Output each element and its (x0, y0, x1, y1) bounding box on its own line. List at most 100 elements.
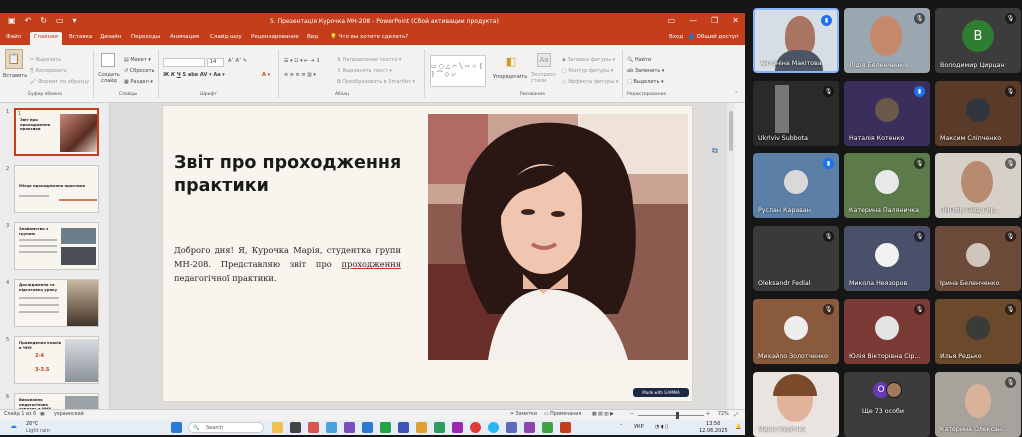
smartart-button[interactable]: ⧉ Преобразовать в SmartArt ▾ (337, 79, 415, 85)
font-name-combobox[interactable] (163, 58, 205, 67)
tell-me-search[interactable]: 💡 Что вы хотите сделать? (330, 34, 408, 40)
app-icon[interactable] (344, 422, 355, 433)
participant-tile[interactable]: 🎙 ПНПФК Пищ Гор... (935, 153, 1021, 218)
app-icon[interactable] (326, 422, 337, 433)
language-indicator[interactable]: украинский (54, 412, 84, 417)
participant-tile[interactable]: 🎙 Ірина Беленченко (935, 226, 1021, 291)
participant-tile[interactable]: ▮ Руслан Караван (753, 153, 839, 218)
participant-tile[interactable]: ▮ Антоніна Макітова (753, 8, 839, 73)
zoom-in-icon[interactable]: + (706, 412, 710, 417)
slide-thumbnail-2[interactable]: Місце проходження практики (14, 165, 99, 213)
maximize-button[interactable]: ❐ (711, 16, 718, 25)
tab-design[interactable]: Дизайн (100, 34, 121, 40)
paste-icon[interactable]: 📋 (5, 49, 23, 69)
tab-file[interactable]: Файл (6, 34, 21, 40)
align-buttons[interactable]: ≡ ≡ ≡ ≡ ▥ ▾ (284, 72, 316, 78)
quick-styles-icon[interactable]: Aa (537, 53, 551, 67)
align-text-button[interactable]: ⇕ Выровнять текст ▾ (337, 68, 392, 74)
new-slide-button[interactable]: Создать слайд (97, 72, 121, 84)
notes-button[interactable]: ≐ Заметки (510, 412, 537, 417)
input-language[interactable]: УКР (634, 424, 644, 430)
redo-icon[interactable]: ↻ (40, 16, 47, 25)
clock-time[interactable]: 13:50 (706, 421, 720, 427)
app-icon[interactable] (542, 422, 553, 433)
participant-tile[interactable]: 🎙 Микола Неязоров (844, 226, 930, 291)
slide-thumbnail-6[interactable]: Виконання педагогічних завдань в ЧНУ (14, 393, 99, 409)
slide-body-text[interactable]: Доброго дня! Я, Курочка Марія, студентка… (174, 243, 401, 285)
font-format-buttons[interactable]: Ж К Ч S abe AV ▾ Aa ▾ (163, 72, 225, 78)
shape-effects-button[interactable]: ◇ Эффекты фигуры ▾ (562, 79, 618, 85)
font-color-icon[interactable]: A ▾ (262, 72, 270, 78)
cut-button[interactable]: ✂ Вырезать (30, 57, 61, 63)
participant-tile[interactable]: 🎙 Катерина Олексан... (935, 372, 1021, 437)
current-slide[interactable]: Звіт про проходження практики Доброго дн… (162, 105, 718, 402)
participant-tile[interactable]: 🎙 Илья Редько (935, 299, 1021, 364)
tab-review[interactable]: Рецензирование (251, 34, 299, 40)
start-button[interactable] (171, 422, 182, 433)
copy-button[interactable]: ⎘ Копировать (30, 68, 67, 74)
zoom-out-icon[interactable]: − (630, 412, 634, 417)
collapse-ribbon-icon[interactable]: ˄ (735, 92, 738, 98)
app-icon[interactable] (362, 422, 373, 433)
app-icon[interactable] (308, 422, 319, 433)
spellcheck-icon[interactable]: ▣ (40, 412, 45, 417)
app-icon[interactable] (416, 422, 427, 433)
tab-home[interactable]: Главная (30, 32, 62, 45)
close-button[interactable]: ✕ (732, 16, 739, 25)
tab-transitions[interactable]: Переходы (131, 34, 160, 40)
participant-tile[interactable]: 🎙 Oleksandr Fedial (753, 226, 839, 291)
app-icon[interactable] (506, 422, 517, 433)
select-button[interactable]: ⬚ Выделить ▾ (627, 79, 664, 85)
slide-title[interactable]: Звіт про проходження практики (174, 152, 414, 198)
app-icon[interactable] (524, 422, 535, 433)
weather-icon[interactable]: ☁ (10, 422, 17, 430)
participant-tile[interactable]: 🎙 Максим Сліпченко (935, 81, 1021, 146)
grow-font-icon[interactable]: A˄ A˅ ✎ (228, 58, 247, 64)
shape-fill-button[interactable]: ◆ Заливка фигуры ▾ (562, 57, 615, 63)
clock-date[interactable]: 12.06.2025 (699, 428, 728, 434)
design-ideas-icon[interactable]: ⧉ (712, 146, 722, 156)
zoom-slider[interactable] (638, 415, 704, 416)
zoom-slider-thumb[interactable] (676, 412, 679, 419)
comments-button[interactable]: ▭ Примечания (544, 412, 581, 417)
arrange-button[interactable]: Упорядочить (493, 74, 527, 80)
participant-tile[interactable]: 🎙 Катерина Паляничка (844, 153, 930, 218)
powerpoint-taskbar-icon[interactable] (560, 422, 571, 433)
replace-button[interactable]: ab Заменить ▾ (627, 68, 664, 74)
view-buttons[interactable]: ▦ ▤ ▥ ▶ (592, 412, 614, 417)
list-buttons[interactable]: ☰ ▾ ☷ ▾ ⇤ ⇥ ↕ (284, 58, 320, 64)
save-icon[interactable]: ▣ (8, 16, 16, 25)
new-slide-icon[interactable] (101, 53, 115, 67)
vertical-scrollbar[interactable] (727, 103, 735, 409)
participant-tile[interactable]: В 🎙 Володимир Цирцан (935, 8, 1021, 73)
participant-tile[interactable]: 🎙 Юлія Вікторівна Сір... (844, 299, 930, 364)
section-button[interactable]: ▦ Раздел ▾ (124, 79, 153, 85)
notifications-icon[interactable]: 🔔 (735, 424, 741, 430)
share-button[interactable]: 👤 Общий доступ (688, 34, 739, 40)
slide-thumbnail-3[interactable]: Знайомство з групою (14, 222, 99, 270)
fit-slide-icon[interactable]: ⤢ (734, 412, 738, 418)
slide-thumbnail-5[interactable]: Проведення класів в ЧНУ 2-4 3-3.5 (14, 336, 99, 384)
text-direction-button[interactable]: ⇅ Направление текста ▾ (337, 57, 401, 63)
signin-link[interactable]: Вход (669, 34, 683, 40)
font-size-combobox[interactable]: 14 (207, 58, 224, 67)
participant-tile[interactable]: 🎙 Лідія Беленченко (844, 8, 930, 73)
scrollbar-thumb[interactable] (729, 111, 733, 151)
zoom-level[interactable]: 72% (718, 412, 729, 417)
tab-animations[interactable]: Анимация (170, 34, 199, 40)
arrange-icon[interactable]: ◧ (503, 53, 519, 69)
participant-tile[interactable]: Марія Курочка (753, 372, 839, 437)
app-icon[interactable] (470, 422, 481, 433)
tab-slideshow[interactable]: Слайд-шоу (210, 34, 242, 40)
shapes-gallery[interactable]: ▭ ○ △ ⌐ ╲ ⇨ ☆ { } ⌒ ◇ ▱ (430, 55, 486, 87)
minimize-button[interactable]: — (689, 16, 697, 25)
format-painter-button[interactable]: 🖌 Формат по образцу (30, 79, 89, 85)
find-button[interactable]: 🔍 Найти (627, 57, 651, 63)
app-icon[interactable] (452, 422, 463, 433)
quick-styles-button[interactable]: Экспресс-стили (531, 72, 561, 84)
layout-button[interactable]: ▤ Макет ▾ (124, 57, 151, 63)
participant-tile[interactable]: 🎙 Ukrlviv Subbota (753, 81, 839, 146)
shape-outline-button[interactable]: ▢ Контур фигуры ▾ (562, 68, 613, 74)
customize-qat-icon[interactable]: ▾ (73, 16, 77, 25)
participant-tile[interactable]: ▮ Наталія Котенко (844, 81, 930, 146)
